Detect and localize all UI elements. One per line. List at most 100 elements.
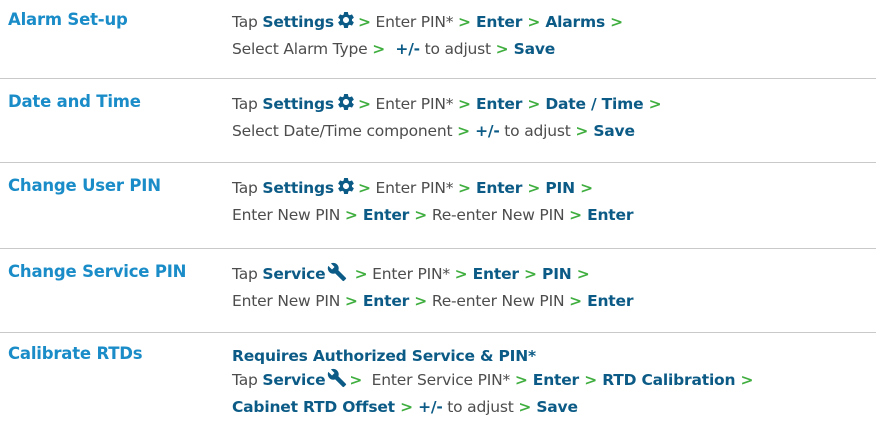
- step-arrow: >: [414, 292, 428, 310]
- step-arrow: >: [518, 398, 532, 416]
- row-steps: Tap Settings > Enter PIN* > Enter > PIN >…: [232, 176, 872, 227]
- step-keyword: Date / Time: [540, 95, 649, 113]
- step-keyword: Save: [508, 40, 556, 58]
- step-text: to adjust: [419, 40, 496, 58]
- step-keyword: Enter: [581, 292, 634, 310]
- step-text: Re-enter New PIN: [427, 206, 570, 224]
- step-arrow: >: [349, 371, 363, 389]
- step-arrow: >: [357, 13, 371, 31]
- wrench-icon: [327, 262, 347, 289]
- step-keyword: Enter: [357, 206, 415, 224]
- step-keyword: +/-: [469, 122, 500, 140]
- step-arrow: >: [580, 179, 593, 197]
- step-text: Enter PIN*: [370, 95, 458, 113]
- step-keyword: Enter: [470, 179, 528, 197]
- step-arrow: >: [569, 206, 582, 224]
- instruction-table: Alarm Set-up Tap Settings > Enter PIN* > E…: [0, 0, 876, 432]
- step-text: Tap: [232, 95, 263, 113]
- step-arrow: >: [584, 371, 597, 389]
- step-line: Tap Settings > Enter PIN* > Enter > PIN >: [232, 176, 872, 203]
- step-keyword: Enter: [357, 292, 415, 310]
- step-text: Enter PIN*: [367, 265, 455, 283]
- step-arrow: >: [458, 179, 471, 197]
- step-text: Re-enter New PIN: [427, 292, 570, 310]
- step-arrow: >: [514, 371, 528, 389]
- step-text: Enter New PIN: [232, 206, 345, 224]
- step-arrow: >: [527, 179, 541, 197]
- step-arrow: >: [458, 95, 471, 113]
- row-title: Change User PIN: [8, 176, 161, 195]
- step-arrow: >: [414, 206, 428, 224]
- step-arrow: >: [527, 95, 541, 113]
- step-line: Select Alarm Type > +/- to adjust > Save: [232, 37, 872, 61]
- step-arrow: >: [527, 13, 541, 31]
- step-keyword: Save: [531, 398, 578, 416]
- row-title: Change Service PIN: [8, 262, 187, 281]
- step-keyword: Settings: [262, 179, 334, 197]
- row-steps: Requires Authorized Service & PIN* Tap Se…: [232, 344, 872, 419]
- step-line: Tap Settings > Enter PIN* > Enter > Date …: [232, 92, 872, 119]
- step-line: Enter New PIN > Enter > Re-enter New PIN…: [232, 289, 872, 313]
- step-text: Enter PIN*: [370, 13, 458, 31]
- step-keyword: Save: [588, 122, 635, 140]
- step-arrow: >: [457, 122, 470, 140]
- gear-icon: [336, 176, 356, 203]
- step-line: Tap Service > Enter PIN* > Enter > PIN >: [232, 262, 872, 289]
- row-divider: [0, 78, 876, 79]
- step-arrow: >: [575, 122, 589, 140]
- row-title: Date and Time: [8, 92, 141, 111]
- step-line: Tap Service > Enter Service PIN* > Enter …: [232, 368, 872, 395]
- step-arrow: >: [576, 265, 590, 283]
- step-line: Tap Settings > Enter PIN* > Enter > Alarm…: [232, 10, 872, 37]
- step-text: Select Alarm Type: [232, 40, 373, 58]
- step-line: Select Date/Time component > +/- to adju…: [232, 119, 872, 143]
- step-text: to adjust: [499, 122, 576, 140]
- step-text: Enter New PIN: [232, 292, 345, 310]
- step-line: Enter New PIN > Enter > Re-enter New PIN…: [232, 203, 872, 227]
- step-text: Enter PIN*: [370, 179, 458, 197]
- step-arrow: >: [569, 292, 582, 310]
- row-steps: Tap Settings > Enter PIN* > Enter > Alarm…: [232, 10, 872, 61]
- step-requirement: Requires Authorized Service & PIN*: [232, 347, 536, 365]
- step-arrow: >: [357, 95, 371, 113]
- step-text: Enter Service PIN*: [362, 371, 515, 389]
- step-text: Tap: [232, 179, 263, 197]
- row-steps: Tap Service > Enter PIN* > Enter > PIN >…: [232, 262, 872, 313]
- step-keyword: Service: [262, 265, 326, 283]
- step-arrow: >: [495, 40, 509, 58]
- wrench-icon: [327, 368, 347, 395]
- step-text: to adjust: [442, 398, 519, 416]
- step-keyword: +/-: [385, 40, 420, 58]
- step-arrow: >: [458, 13, 471, 31]
- step-keyword: PIN: [536, 265, 577, 283]
- step-arrow: >: [344, 206, 358, 224]
- step-keyword: Settings: [262, 95, 334, 113]
- step-arrow: >: [648, 95, 662, 113]
- step-keyword: +/-: [412, 398, 443, 416]
- step-arrow: >: [740, 371, 754, 389]
- step-text: Select Date/Time component: [232, 122, 458, 140]
- gear-icon: [336, 10, 356, 37]
- step-keyword: Alarms: [540, 13, 611, 31]
- step-keyword: Enter: [467, 265, 525, 283]
- gear-icon: [336, 92, 356, 119]
- step-arrow: >: [357, 179, 371, 197]
- step-keyword: Enter: [470, 13, 528, 31]
- step-keyword: Enter: [470, 95, 528, 113]
- row-title: Alarm Set-up: [8, 10, 128, 29]
- step-keyword: Enter: [581, 206, 634, 224]
- row-divider: [0, 162, 876, 163]
- step-keyword: Settings: [262, 13, 334, 31]
- step-keyword: Enter: [527, 371, 585, 389]
- step-line: Requires Authorized Service & PIN*: [232, 344, 872, 368]
- step-arrow: >: [344, 292, 358, 310]
- step-arrow: >: [372, 40, 386, 58]
- step-arrow: >: [454, 265, 468, 283]
- step-arrow: >: [400, 398, 413, 416]
- step-keyword: RTD Calibration: [597, 371, 741, 389]
- step-text: Tap: [232, 371, 263, 389]
- step-keyword: Cabinet RTD Offset: [232, 398, 401, 416]
- row-steps: Tap Settings > Enter PIN* > Enter > Date …: [232, 92, 872, 143]
- step-arrow: >: [524, 265, 537, 283]
- row-divider: [0, 332, 876, 333]
